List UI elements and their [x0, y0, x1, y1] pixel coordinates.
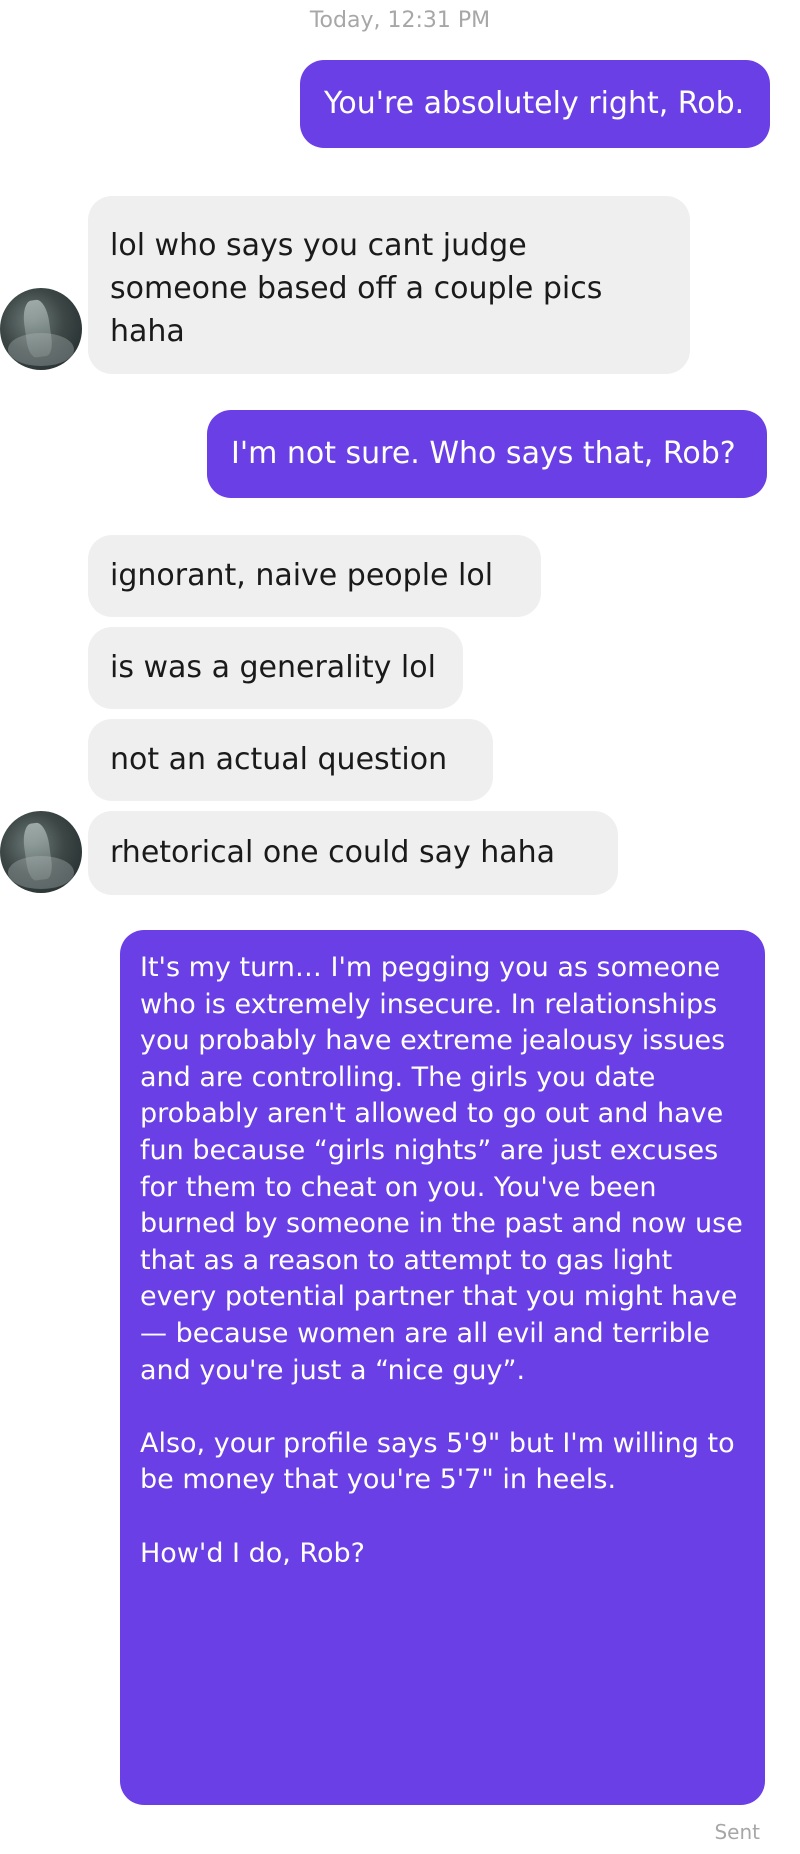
message-bubble-incoming[interactable]: not an actual question — [88, 719, 493, 801]
contact-avatar[interactable] — [0, 811, 82, 893]
message-bubble-incoming[interactable]: lol who says you cant judge someone base… — [88, 196, 690, 374]
message-bubble-incoming[interactable]: is was a generality lol — [88, 627, 463, 709]
chat-timestamp: Today, 12:31 PM — [309, 8, 491, 33]
message-bubble-incoming[interactable]: ignorant, naive people lol — [88, 535, 541, 617]
contact-avatar[interactable] — [0, 288, 82, 370]
message-bubble-outgoing[interactable]: You're absolutely right, Rob. — [300, 60, 770, 148]
message-bubble-outgoing-long[interactable]: It's my turn… I'm pegging you as someone… — [120, 930, 765, 1805]
message-bubble-outgoing[interactable]: I'm not sure. Who says that, Rob? — [207, 410, 767, 498]
message-bubble-incoming[interactable]: rhetorical one could say haha — [88, 811, 618, 895]
message-status: Sent — [714, 1820, 760, 1844]
